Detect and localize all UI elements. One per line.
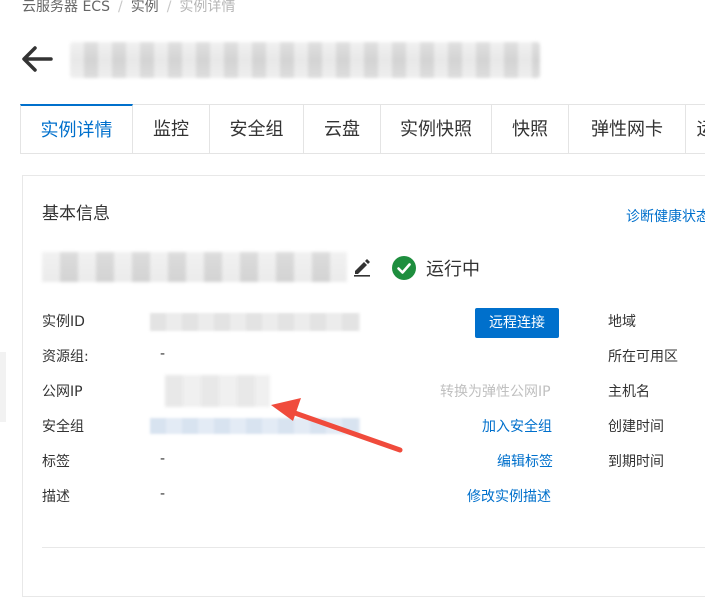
- label-public-ip: 公网IP: [42, 384, 83, 400]
- join-security-group-link[interactable]: 加入安全组: [482, 416, 552, 436]
- tab-eni[interactable]: 弹性网卡: [569, 104, 686, 154]
- public-ip-redacted: [165, 375, 270, 407]
- pencil-icon[interactable]: [352, 257, 372, 277]
- basic-info-card: [22, 175, 705, 597]
- edit-tags-link[interactable]: 编辑标签: [497, 451, 553, 471]
- edit-description-link[interactable]: 修改实例描述: [467, 486, 551, 506]
- tab-snapshot[interactable]: 快照: [492, 104, 569, 154]
- breadcrumb-separator: /: [117, 0, 123, 15]
- label-description: 描述: [42, 489, 70, 505]
- diagnose-health-link[interactable]: 诊断健康状态: [626, 206, 705, 226]
- side-collapse-handle[interactable]: [0, 352, 6, 422]
- tab-bar: 实例详情 监控 安全组 云盘 实例快照 快照 弹性网卡 运: [20, 104, 705, 154]
- tab-security-group[interactable]: 安全组: [210, 104, 304, 154]
- tab-instance-details[interactable]: 实例详情: [20, 104, 133, 154]
- tab-more[interactable]: 运: [686, 104, 705, 154]
- value-tags: -: [160, 451, 166, 467]
- tab-cloud-disk[interactable]: 云盘: [304, 104, 381, 154]
- page-title-redacted: [70, 42, 540, 78]
- label-hostname: 主机名: [608, 384, 650, 400]
- instance-id-redacted: [150, 313, 360, 331]
- breadcrumb: 云服务器 ECS / 实例 / 实例详情: [22, 0, 235, 16]
- convert-eip-link[interactable]: 转换为弹性公网IP: [440, 381, 551, 401]
- label-created-time: 创建时间: [608, 419, 664, 435]
- label-region: 地域: [608, 314, 636, 330]
- label-zone: 所在可用区: [608, 349, 678, 365]
- tab-instance-snapshot[interactable]: 实例快照: [381, 104, 492, 154]
- check-circle-icon: [392, 256, 416, 280]
- label-resource-group: 资源组:: [42, 349, 89, 365]
- section-divider: [42, 547, 705, 548]
- breadcrumb-separator: /: [166, 0, 172, 15]
- breadcrumb-ecs[interactable]: 云服务器 ECS: [22, 0, 110, 15]
- value-resource-group: -: [160, 346, 166, 362]
- arrow-left-icon[interactable]: [20, 44, 54, 74]
- label-tags: 标签: [42, 454, 70, 470]
- label-security-group: 安全组: [42, 419, 84, 435]
- tabs-divider: [20, 153, 705, 154]
- breadcrumb-current: 实例详情: [179, 0, 236, 15]
- instance-name-redacted: [42, 252, 347, 282]
- tab-monitoring[interactable]: 监控: [133, 104, 210, 154]
- label-instance-id: 实例ID: [42, 314, 85, 330]
- security-group-redacted[interactable]: [150, 418, 360, 434]
- value-description: -: [160, 486, 166, 502]
- remote-connect-button[interactable]: 远程连接: [475, 308, 559, 338]
- breadcrumb-instances[interactable]: 实例: [131, 0, 159, 15]
- section-title: 基本信息: [42, 204, 110, 224]
- label-expire-time: 到期时间: [608, 454, 664, 470]
- status-label: 运行中: [426, 259, 480, 280]
